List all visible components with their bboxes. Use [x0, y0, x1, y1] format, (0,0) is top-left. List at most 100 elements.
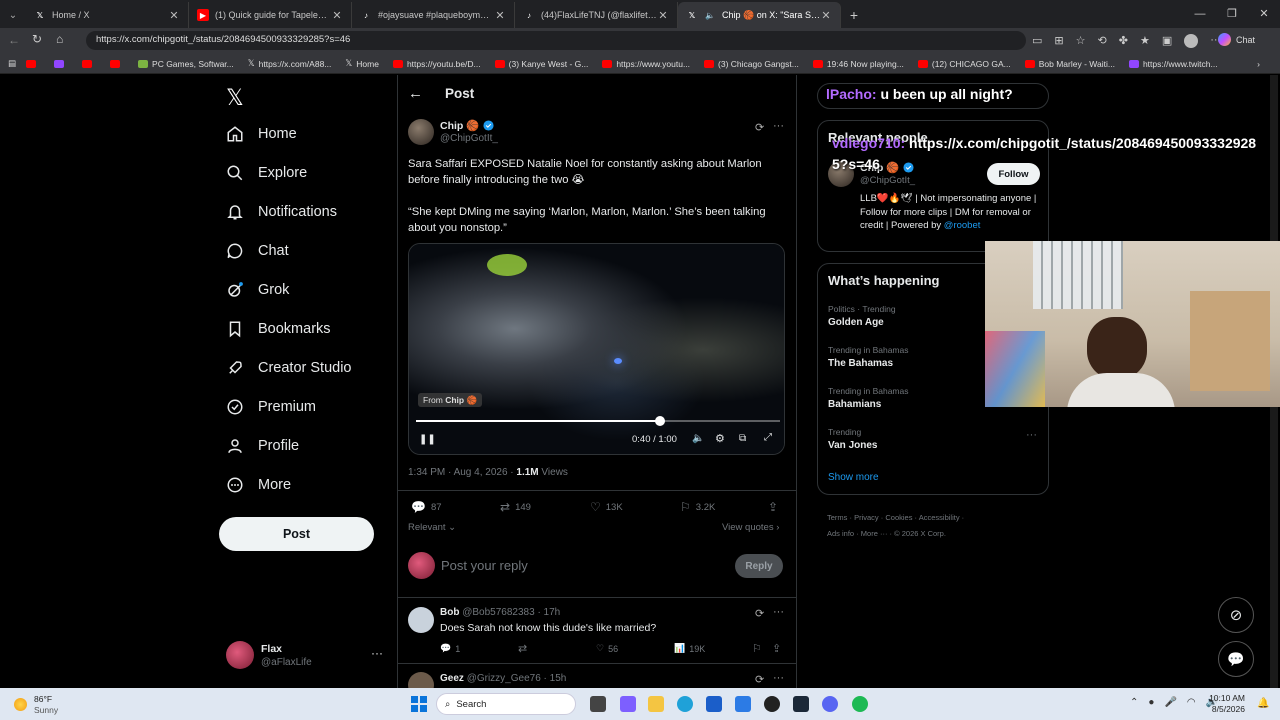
close-window-button[interactable]: ✕: [1248, 0, 1280, 28]
profile-avatar[interactable]: [1184, 34, 1199, 48]
volume-icon[interactable]: 🔈: [692, 433, 704, 444]
close-icon[interactable]: ✕: [657, 9, 669, 22]
task-view-icon[interactable]: [590, 696, 606, 712]
more-dots-icon[interactable]: ···: [773, 672, 784, 684]
favorites-icon[interactable]: ★: [1140, 34, 1150, 48]
nav-creator-studio[interactable]: Creator Studio: [226, 359, 352, 377]
mail-icon[interactable]: [735, 696, 751, 712]
steam-icon[interactable]: [793, 696, 809, 712]
restore-button[interactable]: ❐: [1216, 0, 1248, 28]
bookmark-item[interactable]: (3) Chicago Gangst...: [704, 59, 799, 69]
close-icon[interactable]: ✕: [494, 9, 506, 22]
bookmark-icon-youtube[interactable]: [82, 59, 96, 68]
bookmark-item[interactable]: Bob Marley - Waiti...: [1024, 59, 1115, 69]
file-explorer-icon[interactable]: [648, 696, 664, 712]
collections-icon[interactable]: ▣: [1162, 34, 1172, 48]
footer-link[interactable]: Privacy: [854, 513, 879, 522]
tray-app-icon[interactable]: ●: [1148, 697, 1154, 708]
bookmark-item[interactable]: 𝕏https://x.com/A88...: [248, 58, 332, 69]
grok-floating-button[interactable]: ⊘: [1218, 597, 1254, 633]
close-icon[interactable]: ✕: [331, 9, 343, 22]
nav-premium[interactable]: Premium: [226, 398, 316, 416]
trend-item[interactable]: Politics · Trending Golden Age: [828, 304, 896, 328]
browser-tab[interactable]: ▶(1) Quick guide for Tapeless Camc✕: [189, 2, 352, 28]
avatar[interactable]: [408, 119, 434, 145]
app-icon[interactable]: [620, 696, 636, 712]
share-icon[interactable]: ⇪: [768, 500, 778, 514]
like-action[interactable]: ♡ 13K: [590, 500, 623, 514]
nav-profile[interactable]: Profile: [226, 437, 299, 455]
reply-button[interactable]: Reply: [735, 554, 783, 578]
address-bar[interactable]: https://x.com/chipgotit_/status/20846945…: [86, 31, 1026, 50]
chevron-up-icon[interactable]: ⌃: [1130, 697, 1138, 708]
store-icon[interactable]: [706, 696, 722, 712]
settings-gear-icon[interactable]: ⚙: [715, 432, 725, 445]
home-icon[interactable]: ⌂: [56, 32, 63, 46]
bookmark-item[interactable]: https://youtu.be/D...: [392, 59, 481, 69]
bookmark-item[interactable]: (12) CHICAGO GA...: [917, 59, 1011, 69]
bookmark-icon-youtube[interactable]: [110, 59, 124, 68]
more-dots-icon[interactable]: ···: [371, 646, 383, 660]
tweet-author[interactable]: Chip 🏀: [440, 119, 494, 132]
taskbar-search[interactable]: ⌕ Search: [436, 693, 576, 715]
bookmark-item[interactable]: https://www.twitch...: [1128, 59, 1218, 69]
browser-tab[interactable]: 𝕏 Home / X ✕: [26, 2, 189, 28]
grok-icon[interactable]: ⟳: [755, 607, 764, 620]
nav-notifications[interactable]: Notifications: [226, 203, 337, 221]
edge-browser-icon[interactable]: [677, 696, 693, 712]
nav-explore[interactable]: Explore: [226, 164, 307, 182]
chevron-right-icon[interactable]: ›: [1257, 59, 1260, 69]
puzzle-icon[interactable]: ✤: [1119, 34, 1128, 48]
video-source-badge[interactable]: From Chip 🏀: [418, 393, 483, 407]
bookmark-icon-youtube[interactable]: [26, 59, 40, 68]
more-dots-icon[interactable]: ···: [1026, 429, 1037, 441]
person-handle[interactable]: @ChipGotIt_: [860, 175, 915, 186]
reply-author[interactable]: Geez @Grizzy_Gee76 · 15h: [440, 673, 566, 684]
nav-chat[interactable]: Chat: [226, 242, 289, 260]
spotify-icon[interactable]: [852, 696, 868, 712]
tab-actions-icon[interactable]: ⌄: [0, 2, 26, 28]
apps-icon[interactable]: ⊞: [1054, 34, 1063, 48]
reply-action[interactable]: 💬 87: [411, 500, 442, 514]
obs-icon[interactable]: [764, 696, 780, 712]
nav-home[interactable]: Home: [226, 125, 297, 143]
windows-start-icon[interactable]: [411, 696, 427, 712]
reader-icon[interactable]: ▭: [1032, 34, 1042, 48]
discord-icon[interactable]: [822, 696, 838, 712]
tweet-handle[interactable]: @ChipGotIt_: [440, 133, 498, 144]
grok-icon[interactable]: ⟳: [755, 121, 764, 134]
reply-action[interactable]: 💬 1: [440, 643, 460, 654]
refresh-icon[interactable]: ↻: [32, 32, 42, 46]
pause-icon[interactable]: ❚❚: [419, 434, 436, 445]
close-icon[interactable]: ✕: [820, 9, 832, 22]
bookmark-action[interactable]: ⚐ 3.2K: [680, 500, 715, 514]
show-more-link[interactable]: Show more: [828, 472, 879, 483]
bookmark-item[interactable]: (3) Kanye West - G...: [494, 59, 588, 69]
reply-author[interactable]: Bob @Bob57682383 · 17h: [440, 607, 560, 618]
browser-tab[interactable]: ♪(44)FlaxLifeTNJ (@flaxlifetnj) | Tik✕: [515, 2, 678, 28]
notification-bell-icon[interactable]: 🔔: [1257, 698, 1269, 709]
weather-temp[interactable]: 86°F: [34, 694, 52, 704]
favorite-star-icon[interactable]: ☆: [1076, 34, 1086, 48]
avatar[interactable]: [408, 607, 434, 633]
views-action[interactable]: 📊 19K: [674, 643, 705, 654]
bookmark-item[interactable]: 𝕏 Home: [345, 58, 379, 69]
reply-input[interactable]: Post your reply: [441, 558, 528, 573]
wifi-icon[interactable]: ◠: [1187, 697, 1196, 708]
weather-desc[interactable]: Sunny: [34, 705, 58, 715]
video-progress-track[interactable]: [416, 416, 780, 426]
speaker-icon[interactable]: 🔈: [704, 9, 716, 21]
retweet-icon[interactable]: ⇄: [518, 642, 527, 655]
minimize-button[interactable]: —: [1184, 0, 1216, 28]
bookmarks-toggle-icon[interactable]: ▤: [8, 58, 16, 69]
x-logo-icon[interactable]: 𝕏: [226, 85, 244, 111]
video-player[interactable]: From Chip 🏀 ❚❚ 0:40 / 1:00 🔈 ⚙ ⧉ ⤢: [408, 243, 785, 455]
trend-item[interactable]: Trending in Bahamas The Bahamas: [828, 345, 908, 369]
new-tab-button[interactable]: +: [841, 2, 867, 28]
copilot-chat-button[interactable]: Chat: [1218, 33, 1255, 46]
retweet-action[interactable]: ⇄ 149: [500, 500, 531, 514]
nav-more[interactable]: More: [226, 476, 291, 494]
footer-link[interactable]: Ads info: [827, 529, 854, 538]
bookmark-item[interactable]: https://www.youtu...: [602, 59, 690, 69]
footer-link[interactable]: More ···: [861, 529, 888, 538]
